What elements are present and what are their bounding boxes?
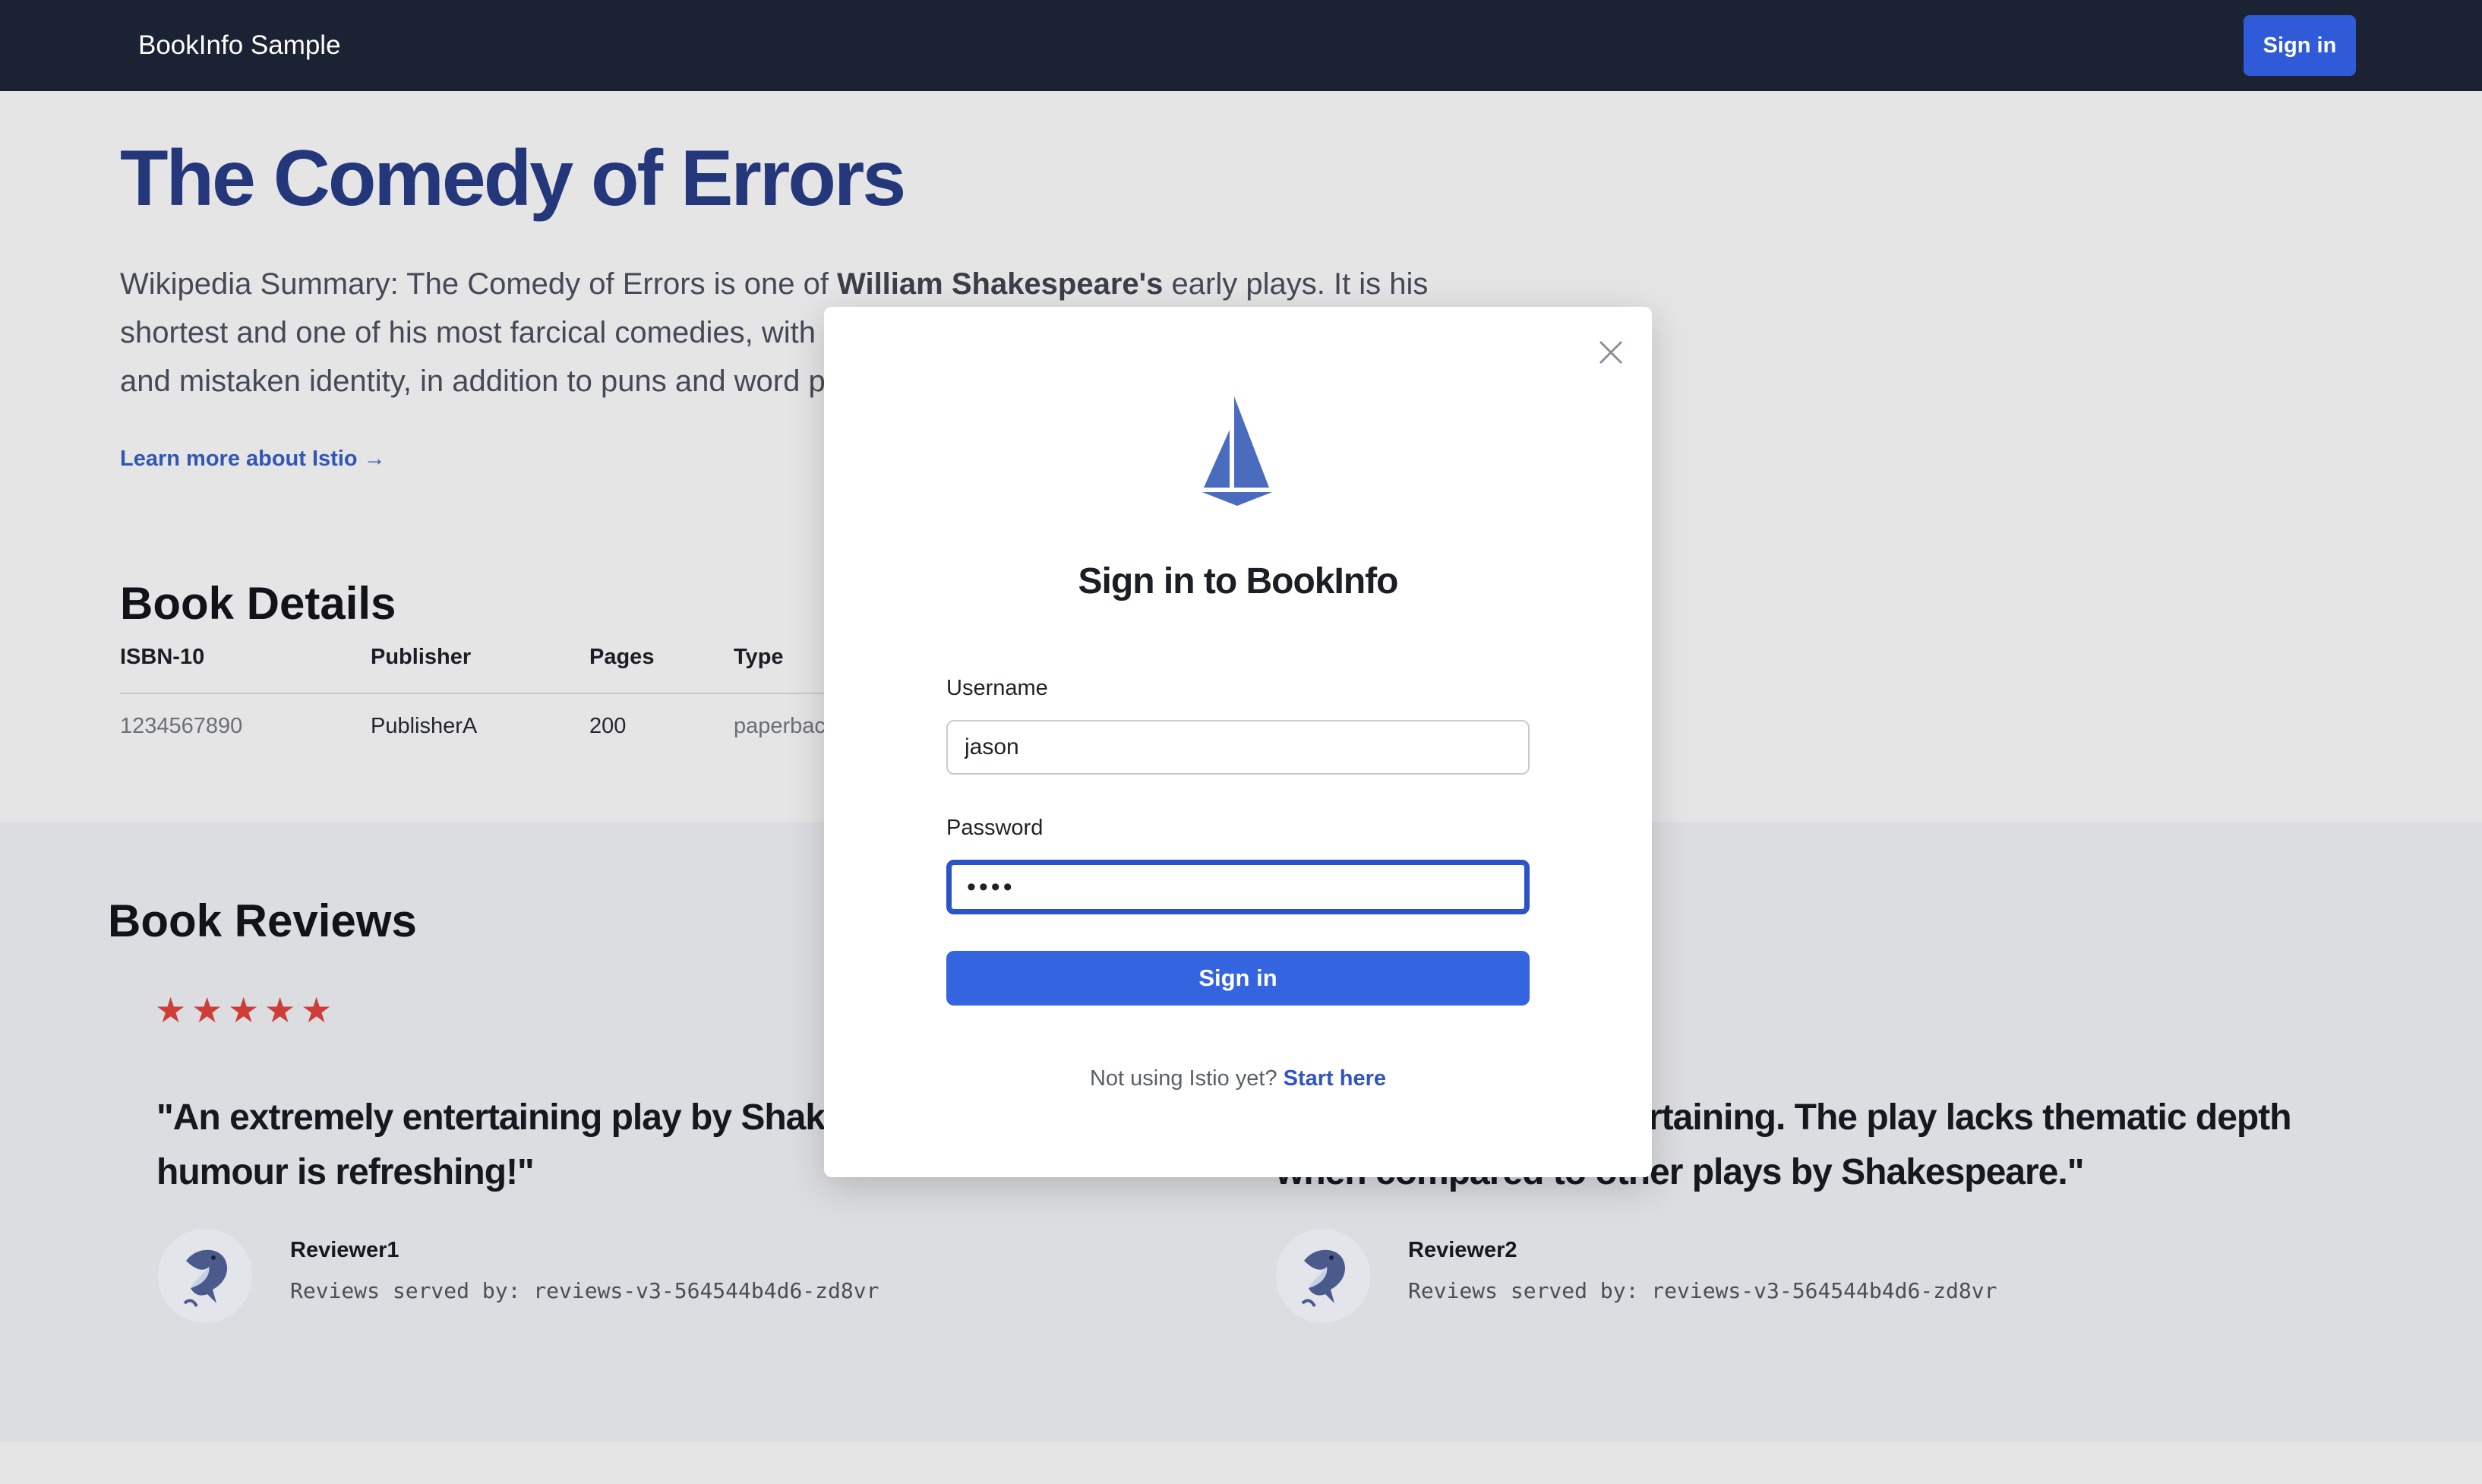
password-label: Password [946,816,1044,840]
learn-more-link[interactable]: Learn more about Istio → [120,447,386,472]
summary-line3: and mistaken identity, in addition to pu… [120,365,832,398]
brand-title[interactable]: BookInfo Sample [138,30,341,61]
modal-title: Sign in to BookInfo [1078,561,1399,601]
page-footer-band [0,1441,2482,1484]
top-navbar: BookInfo Sample Sign in [0,0,2482,91]
signin-submit-button[interactable]: Sign in [946,951,1530,1006]
cell-publisher: PublisherA [371,714,478,738]
footer-text: Not using Istio yet? [1089,1066,1284,1091]
cell-pages: 200 [589,714,627,738]
served-by-text: Reviews served by: reviews-v3-564544b4d6… [1408,1278,1997,1303]
summary-prefix: Wikipedia Summary: The Comedy of Errors … [120,267,838,301]
dolphin-avatar-icon [1276,1229,1370,1323]
summary-author: William Shakespeare's [837,267,1164,301]
summary-line2: shortest and one of his most farcical co… [120,316,842,349]
cell-type: paperbac [734,714,826,738]
details-header-row: ISBN-10 Publisher Pages Type [120,645,826,694]
start-here-note: Not using Istio yet? Start here [824,1066,1652,1091]
dolphin-avatar-icon [158,1229,252,1323]
reviewer-name: Reviewer1 [290,1238,399,1262]
served-by-text: Reviews served by: reviews-v3-564544b4d6… [290,1278,879,1303]
reviewer-card-1: Reviewer1 Reviews served by: reviews-v3-… [158,1229,879,1323]
star-icon: ★ [301,990,333,1030]
nav-signin-button[interactable]: Sign in [2244,15,2356,76]
review-1-line2: humour is refreshing!" [156,1152,535,1192]
col-pages: Pages [589,645,734,694]
signin-modal: Sign in to BookInfo Username Password Si… [824,307,1652,1177]
star-icon: ★ [228,990,260,1030]
star-icon: ★ [264,990,296,1030]
username-label: Username [946,676,1048,700]
istio-logo-icon [1202,396,1272,506]
star-icon: ★ [191,990,223,1030]
reviewer-name: Reviewer2 [1408,1238,1517,1262]
book-details-table: ISBN-10 Publisher Pages Type 1234567890 … [120,645,826,739]
start-here-link[interactable]: Start here [1284,1066,1386,1091]
col-isbn: ISBN-10 [120,645,371,694]
cell-isbn: 1234567890 [120,714,243,738]
star-icon: ★ [155,990,187,1030]
table-row: 1234567890 PublisherA 200 paperbac [120,693,826,739]
close-icon[interactable] [1588,330,1634,375]
book-title: The Comedy of Errors [120,134,906,223]
username-input[interactable] [946,720,1530,775]
review-1-line1: "An extremely entertaining play by Shake… [156,1097,886,1138]
col-type: Type [734,645,826,694]
book-reviews-title: Book Reviews [108,895,417,946]
summary-line1-rest: early plays. It is his [1163,267,1429,301]
col-publisher: Publisher [371,645,589,694]
reviewer-card-2: Reviewer2 Reviews served by: reviews-v3-… [1276,1229,1997,1323]
star-rating: ★ ★ ★ ★ ★ [155,990,334,1030]
password-input[interactable] [946,860,1530,914]
